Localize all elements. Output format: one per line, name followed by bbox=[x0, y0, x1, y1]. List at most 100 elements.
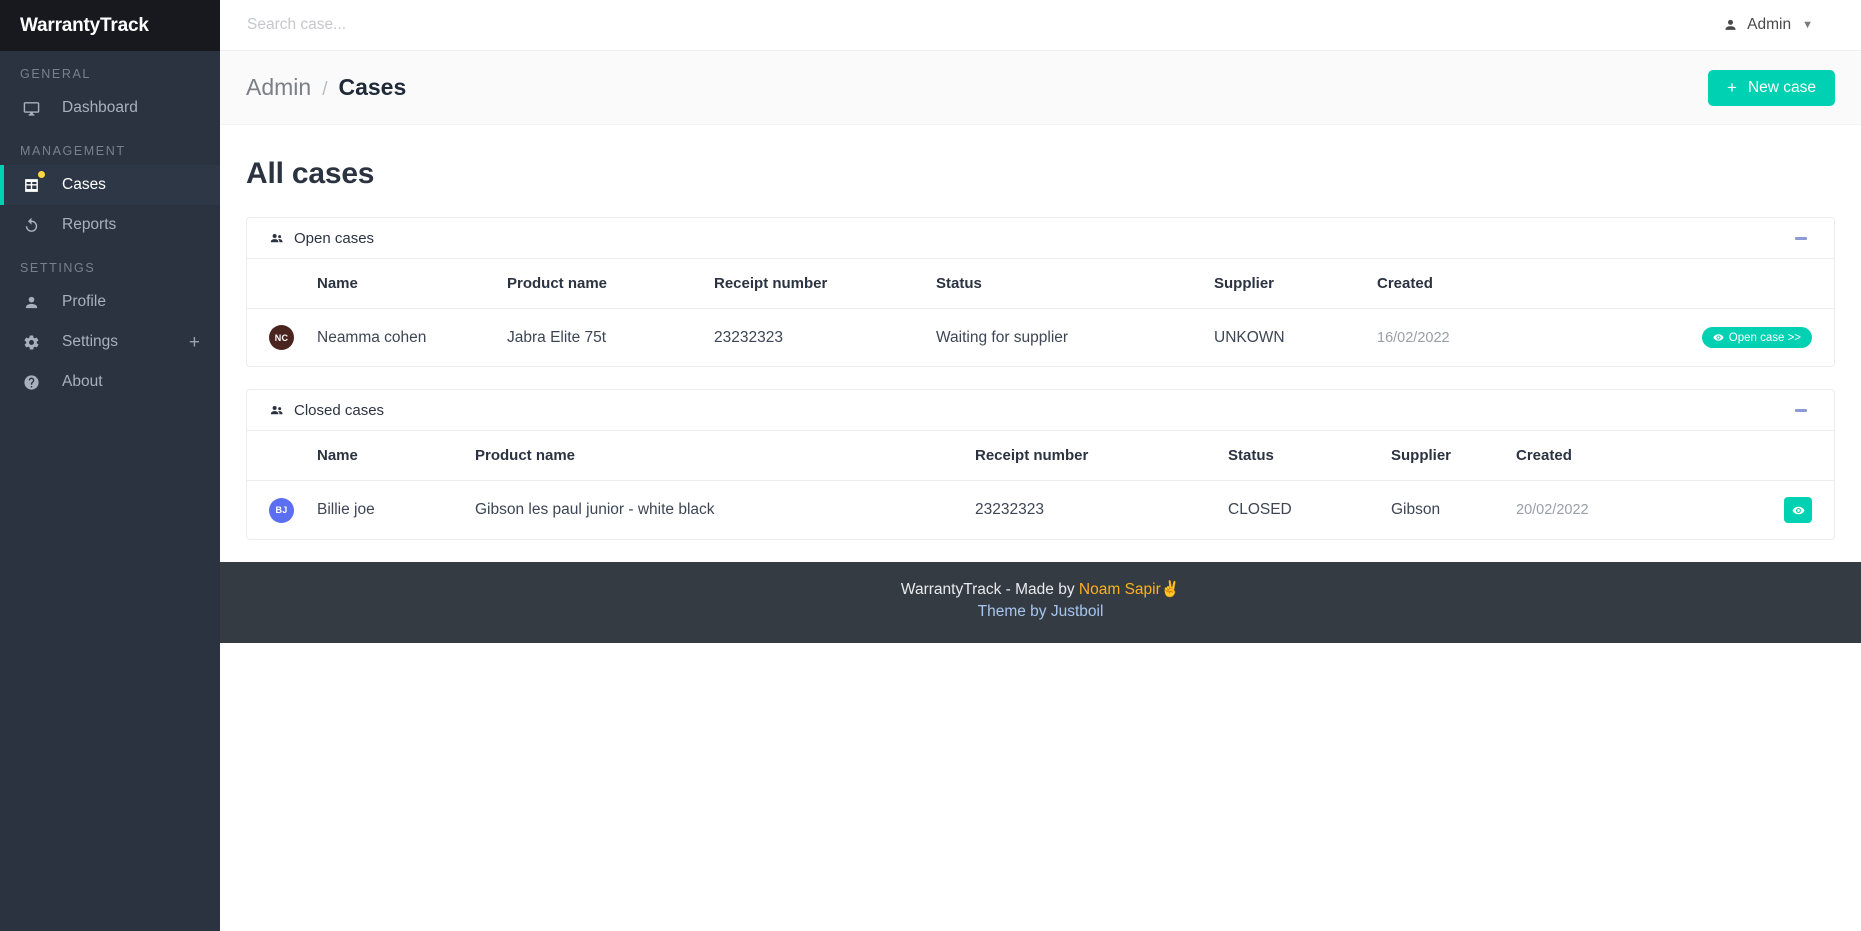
cell-receipt: 23232323 bbox=[967, 481, 1220, 540]
cell-name: Neamma cohen bbox=[309, 309, 499, 367]
sidebar-item-settings[interactable]: Settings + bbox=[0, 322, 220, 362]
sidebar: WarrantyTrack GENERAL Dashboard MANAGEME… bbox=[0, 0, 220, 931]
minus-icon bbox=[1795, 409, 1807, 412]
search-input[interactable] bbox=[247, 16, 807, 34]
breadcrumb: Admin / Cases bbox=[246, 74, 406, 101]
sidebar-settings-expander[interactable]: + bbox=[189, 333, 200, 352]
open-cases-card-header: Open cases bbox=[247, 218, 1834, 259]
open-cases-title: Open cases bbox=[294, 230, 374, 247]
sidebar-item-label-settings: Settings bbox=[62, 333, 118, 351]
user-menu[interactable]: Admin ▼ bbox=[1723, 16, 1813, 34]
open-cases-table: Name Product name Receipt number Status … bbox=[247, 259, 1834, 366]
user-name: Admin bbox=[1747, 16, 1791, 34]
sidebar-item-label-profile: Profile bbox=[62, 293, 106, 311]
minus-icon bbox=[1795, 237, 1807, 240]
cell-created: 16/02/2022 bbox=[1369, 309, 1609, 367]
account-icon bbox=[20, 291, 42, 313]
closed-cases-table: Name Product name Receipt number Status … bbox=[247, 431, 1834, 539]
cell-name: Billie joe bbox=[309, 481, 467, 540]
col-supplier: Supplier bbox=[1383, 431, 1508, 481]
eye-icon bbox=[1792, 504, 1805, 517]
new-case-button[interactable]: + New case bbox=[1708, 70, 1835, 106]
breadcrumb-current: Cases bbox=[338, 74, 406, 101]
cell-product: Gibson les paul junior - white black bbox=[467, 481, 967, 540]
cell-avatar: BJ bbox=[247, 481, 309, 540]
sidebar-item-label-dashboard: Dashboard bbox=[62, 99, 138, 117]
monitor-icon bbox=[20, 97, 42, 119]
table-row[interactable]: NC Neamma cohen Jabra Elite 75t 23232323… bbox=[247, 309, 1834, 367]
sidebar-item-label-about: About bbox=[62, 373, 103, 391]
sidebar-section-management: MANAGEMENT bbox=[0, 128, 220, 165]
table-row[interactable]: BJ Billie joe Gibson les paul junior - w… bbox=[247, 481, 1834, 540]
refresh-icon bbox=[20, 214, 42, 236]
avatar: NC bbox=[269, 325, 294, 350]
sidebar-section-general: GENERAL bbox=[0, 51, 220, 88]
app-root: WarrantyTrack GENERAL Dashboard MANAGEME… bbox=[0, 0, 1861, 931]
account-icon bbox=[1723, 18, 1738, 33]
page-title: All cases bbox=[246, 125, 1835, 217]
footer-credit-prefix: WarrantyTrack - Made by bbox=[901, 581, 1079, 598]
brand-name: WarrantyTrack bbox=[20, 15, 149, 37]
table-icon bbox=[20, 174, 42, 196]
content: All cases Open cases bbox=[220, 125, 1861, 540]
col-avatar bbox=[247, 431, 309, 481]
sidebar-item-about[interactable]: About bbox=[0, 362, 220, 402]
col-created: Created bbox=[1508, 431, 1718, 481]
sidebar-item-cases[interactable]: Cases bbox=[0, 165, 220, 205]
footer-line-2: Theme by Justboil bbox=[220, 601, 1861, 623]
col-avatar bbox=[247, 259, 309, 309]
cell-action bbox=[1718, 481, 1834, 540]
sidebar-brand[interactable]: WarrantyTrack bbox=[0, 0, 220, 51]
gear-icon bbox=[20, 331, 42, 353]
col-supplier: Supplier bbox=[1206, 259, 1369, 309]
cell-action: Open case >> bbox=[1609, 309, 1834, 367]
col-name: Name bbox=[309, 259, 499, 309]
table-header-row: Name Product name Receipt number Status … bbox=[247, 259, 1834, 309]
col-product: Product name bbox=[467, 431, 967, 481]
footer-line-1: WarrantyTrack - Made by Noam Sapir✌ bbox=[220, 579, 1861, 601]
sidebar-item-reports[interactable]: Reports bbox=[0, 205, 220, 245]
plus-icon: + bbox=[1727, 79, 1737, 96]
breadcrumb-parent[interactable]: Admin bbox=[246, 74, 311, 101]
chevron-down-icon: ▼ bbox=[1802, 19, 1813, 31]
col-product: Product name bbox=[499, 259, 706, 309]
cell-receipt: 23232323 bbox=[706, 309, 928, 367]
sidebar-item-profile[interactable]: Profile bbox=[0, 282, 220, 322]
open-case-button[interactable]: Open case >> bbox=[1702, 327, 1812, 348]
closed-cases-title: Closed cases bbox=[294, 402, 384, 419]
people-group-icon bbox=[269, 231, 284, 246]
closed-cases-card-header: Closed cases bbox=[247, 390, 1834, 431]
footer-theme-link[interactable]: Theme by Justboil bbox=[978, 603, 1104, 620]
page-background-filler bbox=[220, 643, 1861, 931]
sidebar-item-label-reports: Reports bbox=[62, 216, 116, 234]
avatar: BJ bbox=[269, 498, 294, 523]
col-status: Status bbox=[928, 259, 1206, 309]
footer: WarrantyTrack - Made by Noam Sapir✌ Them… bbox=[220, 562, 1861, 643]
view-case-button[interactable] bbox=[1784, 497, 1812, 523]
col-name: Name bbox=[309, 431, 467, 481]
open-cases-card: Open cases Name Product name Receipt num… bbox=[246, 217, 1835, 367]
cell-status: Waiting for supplier bbox=[928, 309, 1206, 367]
col-action bbox=[1718, 431, 1834, 481]
cell-product: Jabra Elite 75t bbox=[499, 309, 706, 367]
closed-cases-collapse-button[interactable] bbox=[1790, 399, 1812, 421]
col-receipt: Receipt number bbox=[706, 259, 928, 309]
sidebar-item-label-cases: Cases bbox=[62, 176, 106, 194]
sidebar-item-dashboard[interactable]: Dashboard bbox=[0, 88, 220, 128]
main-area: Admin ▼ Admin / Cases + New case All cas… bbox=[220, 0, 1861, 931]
footer-author-link[interactable]: Noam Sapir bbox=[1079, 581, 1161, 598]
sidebar-section-settings: SETTINGS bbox=[0, 245, 220, 282]
eye-icon bbox=[1713, 332, 1724, 343]
table-header-row: Name Product name Receipt number Status … bbox=[247, 431, 1834, 481]
open-cases-collapse-button[interactable] bbox=[1790, 227, 1812, 249]
new-case-label: New case bbox=[1748, 79, 1816, 97]
footer-emoji: ✌ bbox=[1161, 581, 1180, 598]
help-circle-icon bbox=[20, 371, 42, 393]
col-action bbox=[1609, 259, 1834, 309]
cell-created: 20/02/2022 bbox=[1508, 481, 1718, 540]
breadcrumb-bar: Admin / Cases + New case bbox=[220, 51, 1861, 125]
open-case-label: Open case >> bbox=[1729, 332, 1801, 344]
col-created: Created bbox=[1369, 259, 1609, 309]
cell-supplier: UNKOWN bbox=[1206, 309, 1369, 367]
cell-supplier: Gibson bbox=[1383, 481, 1508, 540]
